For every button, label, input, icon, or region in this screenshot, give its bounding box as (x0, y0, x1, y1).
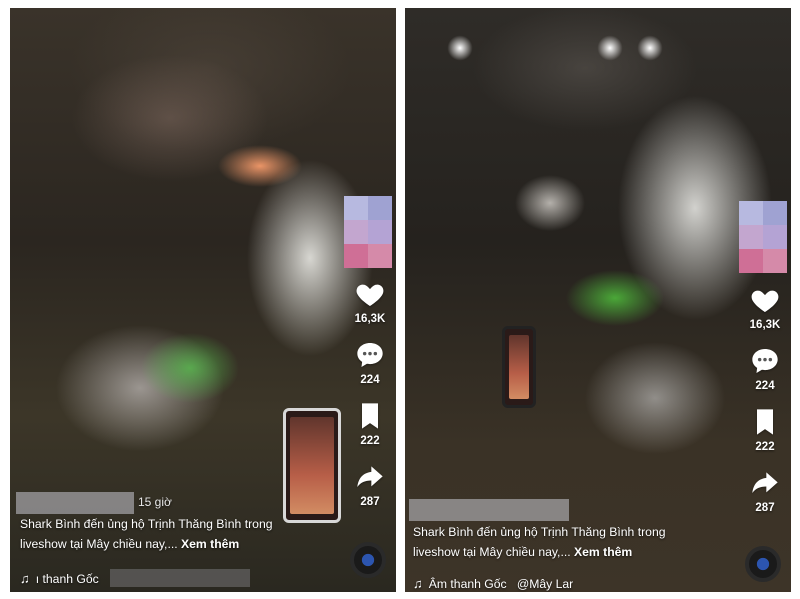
video-panel-left[interactable]: 16,3K 224 222 287 15 giờ Shark Bình đến … (10, 8, 396, 592)
blurred-username (16, 492, 134, 514)
comment-count: 224 (755, 380, 775, 392)
heart-icon (356, 284, 384, 306)
share-button[interactable]: 287 (748, 467, 782, 514)
comment-icon (357, 343, 383, 367)
share-count: 287 (755, 502, 775, 514)
save-button[interactable]: 222 (353, 400, 387, 447)
action-rail: 16,3K 224 222 287 (348, 278, 392, 522)
comment-icon (752, 349, 778, 373)
like-button[interactable]: 16,3K (748, 284, 782, 331)
blurred-avatar[interactable] (739, 201, 787, 273)
music-disc-icon[interactable] (745, 546, 781, 582)
like-count: 16,3K (749, 319, 781, 331)
share-icon (752, 472, 778, 493)
blurred-username (409, 499, 569, 521)
video-panel-right[interactable]: 16,3K 224 222 287 Shark Bình đến ủng hộ … (405, 8, 791, 592)
heart-icon (751, 290, 779, 312)
audio-title: ı thanh Gốc (35, 572, 99, 586)
video-caption[interactable]: Shark Bình đến ủng hộ Trịnh Thăng Bình t… (413, 522, 713, 562)
blurred-avatar[interactable] (344, 196, 392, 268)
audio-title: Âm thanh Gốc (428, 577, 507, 591)
audience-phone-image (502, 326, 536, 408)
like-button[interactable]: 16,3K (353, 278, 387, 325)
post-time: 15 giờ (138, 495, 172, 509)
see-more-link[interactable]: Xem thêm (181, 537, 239, 551)
audio-author[interactable]: @Mây Lar (517, 577, 573, 591)
see-more-link[interactable]: Xem thêm (574, 545, 632, 559)
save-count: 222 (360, 435, 380, 447)
audio-track[interactable]: ♫ Âm thanh Gốc @Mây Lar (413, 576, 573, 591)
save-button[interactable]: 222 (748, 406, 782, 453)
audio-track[interactable]: ♫ ı thanh Gốc (20, 571, 99, 586)
like-count: 16,3K (354, 313, 386, 325)
share-count: 287 (360, 496, 380, 508)
action-rail: 16,3K 224 222 287 (743, 284, 787, 528)
music-disc-icon[interactable] (350, 542, 386, 578)
audience-phone-image (283, 408, 341, 523)
comment-button[interactable]: 224 (353, 339, 387, 386)
comment-count: 224 (360, 374, 380, 386)
music-note-icon: ♫ (20, 571, 30, 586)
share-icon (357, 466, 383, 487)
bookmark-icon (757, 409, 773, 435)
music-note-icon: ♫ (413, 576, 423, 591)
bookmark-icon (362, 403, 378, 429)
share-button[interactable]: 287 (353, 461, 387, 508)
video-caption[interactable]: Shark Bình đến ủng hộ Trịnh Thăng Bình t… (20, 514, 320, 554)
save-count: 222 (755, 441, 775, 453)
blurred-audio-author (110, 569, 250, 587)
comment-button[interactable]: 224 (748, 345, 782, 392)
